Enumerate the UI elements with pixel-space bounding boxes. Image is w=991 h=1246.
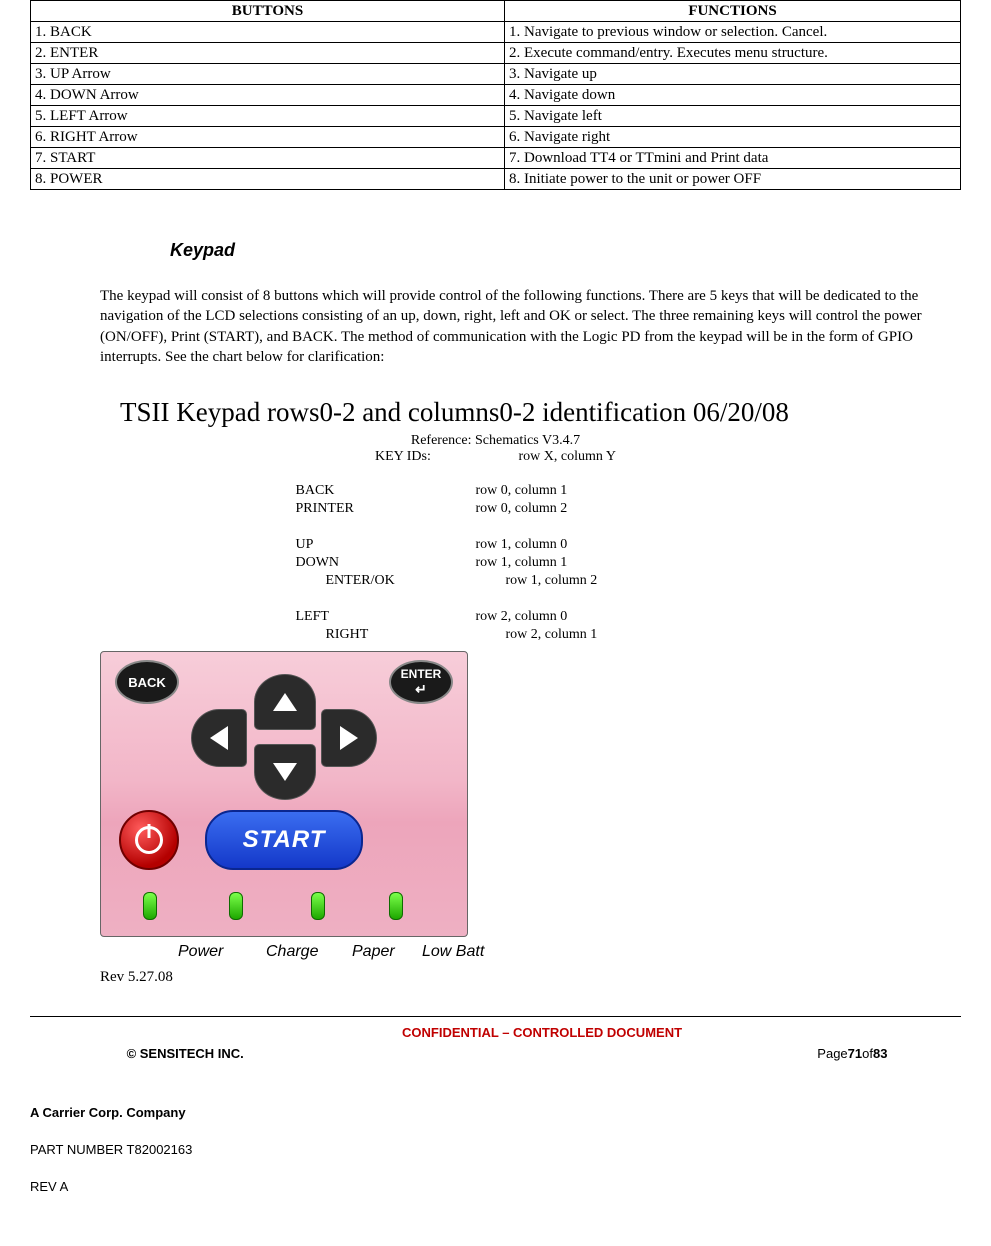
power-icon	[135, 826, 163, 854]
keymap-name: PRINTER	[246, 501, 476, 517]
arrow-right-icon	[340, 726, 358, 750]
arrow-down-icon	[273, 763, 297, 781]
cell-button: 6. RIGHT Arrow	[31, 127, 505, 148]
footer-subcompany: A Carrier Corp. Company	[30, 1105, 961, 1120]
keymap-pos: row 0, column 1	[476, 483, 746, 499]
ind-power: Power	[178, 943, 266, 961]
table-row: 3. UP Arrow3. Navigate up	[31, 64, 961, 85]
ind-paper: Paper	[352, 943, 422, 961]
cell-function: 4. Navigate down	[505, 85, 961, 106]
power-button-graphic	[119, 810, 179, 870]
cell-button: 7. START	[31, 148, 505, 169]
cell-function: 8. Initiate power to the unit or power O…	[505, 169, 961, 190]
table-row: 1. BACK1. Navigate to previous window or…	[31, 22, 961, 43]
keymap-name: UP	[246, 537, 476, 553]
cell-button: 1. BACK	[31, 22, 505, 43]
enter-button-graphic: ENTER ↵	[389, 660, 453, 704]
led-paper	[311, 892, 325, 920]
ind-charge: Charge	[266, 943, 352, 961]
keypad-heading: Keypad	[170, 240, 961, 261]
cell-function: 5. Navigate left	[505, 106, 961, 127]
th-buttons: BUTTONS	[31, 1, 505, 22]
keyids-value: row X, column Y	[519, 449, 616, 464]
keymap-pos: row 2, column 1	[506, 627, 746, 643]
keypad-title: TSII Keypad rows0-2 and columns0-2 ident…	[120, 397, 961, 428]
down-button-graphic	[254, 744, 316, 800]
nav-cluster	[191, 674, 377, 800]
keymap-pos: row 2, column 0	[476, 609, 746, 625]
cell-function: 2. Execute command/entry. Executes menu …	[505, 43, 961, 64]
keymap-row: LEFTrow 2, column 0	[246, 609, 746, 625]
ind-lowbatt: Low Batt	[422, 943, 484, 961]
keymap-name: DOWN	[246, 555, 476, 571]
keymap-row: ENTER/OKrow 1, column 2	[246, 573, 746, 589]
led-lowbatt	[389, 892, 403, 920]
keypad-device-image: BACK ENTER ↵ START	[100, 651, 468, 937]
keymap-row: BACKrow 0, column 1	[246, 483, 746, 499]
arrow-up-icon	[273, 693, 297, 711]
keymap-pos: row 1, column 1	[476, 555, 746, 571]
keypad-paragraph: The keypad will consist of 8 buttons whi…	[100, 286, 931, 367]
cell-function: 6. Navigate right	[505, 127, 961, 148]
table-row: 6. RIGHT Arrow6. Navigate right	[31, 127, 961, 148]
table-row: 5. LEFT Arrow5. Navigate left	[31, 106, 961, 127]
revision-date: Rev 5.27.08	[100, 969, 961, 986]
cell-function: 7. Download TT4 or TTmini and Print data	[505, 148, 961, 169]
reference-line: Reference: Schematics V3.4.7	[30, 433, 961, 449]
table-row: 4. DOWN Arrow4. Navigate down	[31, 85, 961, 106]
cell-button: 4. DOWN Arrow	[31, 85, 505, 106]
cell-function: 3. Navigate up	[505, 64, 961, 85]
footer-confidential: CONFIDENTIAL – CONTROLLED DOCUMENT	[340, 1025, 743, 1081]
footer-rev: REV A	[30, 1179, 961, 1194]
footer-company: © SENSITECH INC.	[30, 1025, 340, 1081]
right-button-graphic	[321, 709, 377, 767]
keymap-pos: row 1, column 0	[476, 537, 746, 553]
up-button-graphic	[254, 674, 316, 730]
arrow-left-icon	[210, 726, 228, 750]
cell-button: 3. UP Arrow	[31, 64, 505, 85]
keymap-pos: row 1, column 2	[506, 573, 746, 589]
footer-page: Page 71 of 83	[744, 1025, 961, 1081]
left-button-graphic	[191, 709, 247, 767]
keyids-label: KEY IDs:	[375, 449, 515, 465]
keyids-line: KEY IDs: row X, column Y	[30, 449, 961, 465]
footer-meta: A Carrier Corp. Company PART NUMBER T820…	[30, 1105, 961, 1194]
keymap-name: ENTER/OK	[246, 573, 506, 589]
buttons-functions-table: BUTTONS FUNCTIONS 1. BACK1. Navigate to …	[30, 0, 961, 190]
cell-button: 5. LEFT Arrow	[31, 106, 505, 127]
th-functions: FUNCTIONS	[505, 1, 961, 22]
keymap-row: UProw 1, column 0	[246, 537, 746, 553]
keymap-row: RIGHTrow 2, column 1	[246, 627, 746, 643]
keymap-list: BACKrow 0, column 1PRINTERrow 0, column …	[246, 483, 746, 643]
footer-row: © SENSITECH INC. CONFIDENTIAL – CONTROLL…	[30, 1025, 961, 1081]
start-button-graphic: START	[205, 810, 363, 870]
cell-button: 8. POWER	[31, 169, 505, 190]
footer-partnumber: PART NUMBER T82002163	[30, 1142, 961, 1157]
cell-button: 2. ENTER	[31, 43, 505, 64]
table-row: 7. START7. Download TT4 or TTmini and Pr…	[31, 148, 961, 169]
keymap-row: DOWNrow 1, column 1	[246, 555, 746, 571]
keymap-name: LEFT	[246, 609, 476, 625]
keymap-name: BACK	[246, 483, 476, 499]
indicator-labels: Power Charge Paper Low Batt	[178, 943, 961, 961]
table-row: 2. ENTER2. Execute command/entry. Execut…	[31, 43, 961, 64]
table-row: 8. POWER8. Initiate power to the unit or…	[31, 169, 961, 190]
led-power	[143, 892, 157, 920]
keymap-row: PRINTERrow 0, column 2	[246, 501, 746, 517]
cell-function: 1. Navigate to previous window or select…	[505, 22, 961, 43]
keymap-pos: row 0, column 2	[476, 501, 746, 517]
back-button-graphic: BACK	[115, 660, 179, 704]
footer-divider	[30, 1016, 961, 1017]
led-charge	[229, 892, 243, 920]
keymap-name: RIGHT	[246, 627, 506, 643]
